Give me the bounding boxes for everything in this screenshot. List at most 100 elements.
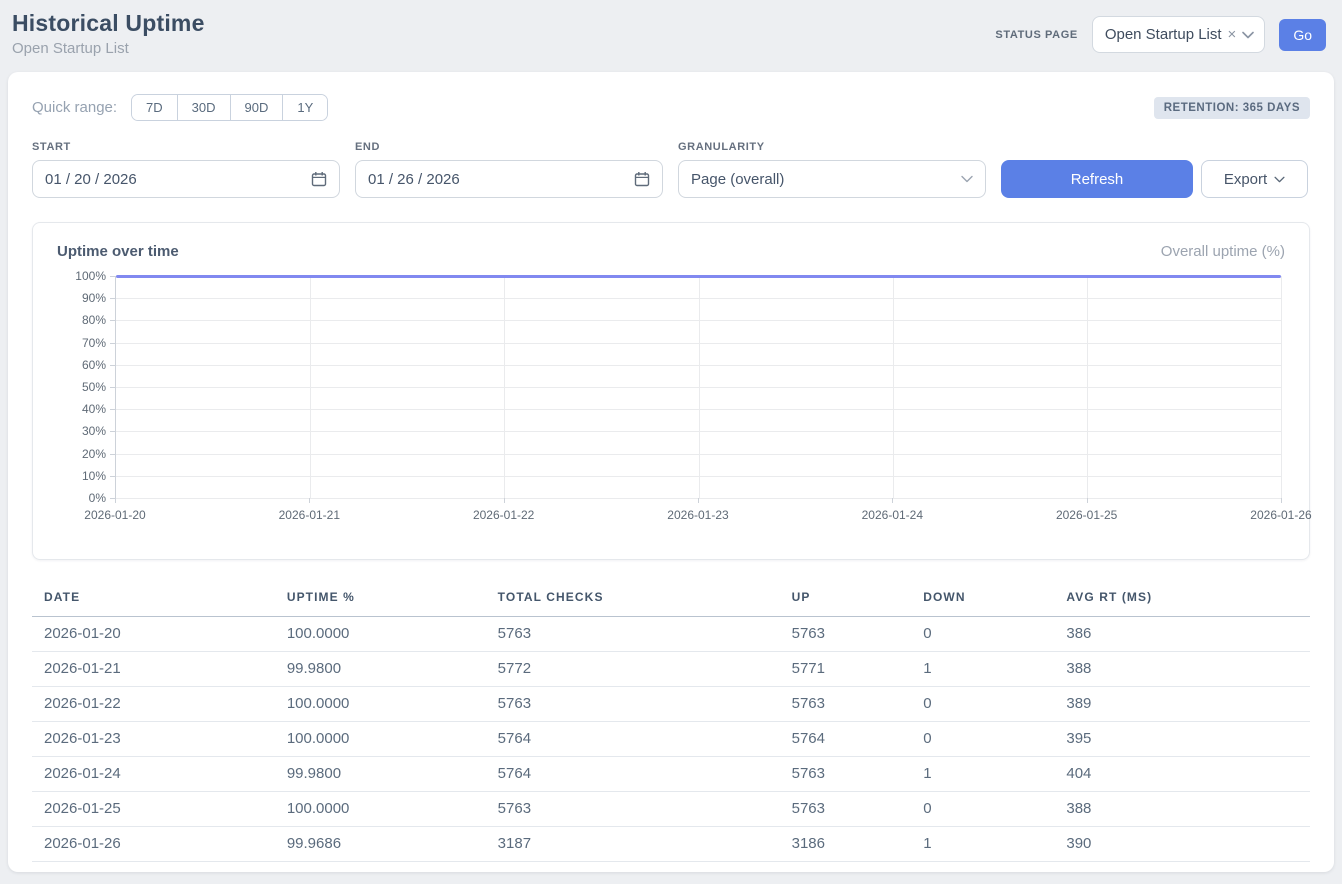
- table-cell: 5764: [486, 757, 780, 792]
- y-axis-label: 80%: [82, 313, 106, 327]
- start-date-input[interactable]: 01 / 20 / 2026: [32, 160, 340, 198]
- granularity-value: Page (overall): [691, 171, 784, 188]
- table-column-header: UP: [780, 584, 912, 617]
- quick-range-30d-button[interactable]: 30D: [177, 95, 230, 120]
- table-cell: 388: [1054, 792, 1310, 827]
- granularity-field: GRANULARITY Page (overall): [678, 141, 986, 198]
- quick-range-7d-button[interactable]: 7D: [132, 95, 177, 120]
- chart-title: Uptime over time: [57, 243, 179, 260]
- table-cell: 2026-01-22: [32, 687, 275, 722]
- table-cell: 5763: [780, 687, 912, 722]
- table-cell: 386: [1054, 617, 1310, 652]
- start-date-label: START: [32, 141, 340, 153]
- v-gridline: [1281, 276, 1282, 498]
- table-cell: 0: [911, 722, 1054, 757]
- x-axis-tick: [309, 498, 310, 503]
- table-cell: 5763: [486, 687, 780, 722]
- end-date-field: END 01 / 26 / 2026: [355, 141, 663, 198]
- table-cell: 5772: [486, 652, 780, 687]
- calendar-icon[interactable]: [634, 171, 650, 187]
- granularity-label: GRANULARITY: [678, 141, 986, 153]
- status-page-label: STATUS PAGE: [995, 29, 1077, 41]
- refresh-button[interactable]: Refresh: [1001, 160, 1193, 198]
- table-cell: 99.9686: [275, 827, 486, 862]
- table-column-header: AVG RT (MS): [1054, 584, 1310, 617]
- table-cell: 5763: [486, 792, 780, 827]
- go-button[interactable]: Go: [1279, 19, 1326, 51]
- export-button-label: Export: [1224, 171, 1267, 188]
- chevron-down-icon: [1242, 31, 1254, 39]
- table-row: 2026-01-20100.0000576357630386: [32, 617, 1310, 652]
- y-axis-tick: [110, 431, 116, 432]
- uptime-table: DATEUPTIME %TOTAL CHECKSUPDOWNAVG RT (MS…: [32, 584, 1310, 862]
- start-date-field: START 01 / 20 / 2026: [32, 141, 340, 198]
- table-cell: 0: [911, 617, 1054, 652]
- table-cell: 5771: [780, 652, 912, 687]
- start-date-value: 01 / 20 / 2026: [45, 171, 137, 188]
- table-cell: 2026-01-24: [32, 757, 275, 792]
- end-date-input[interactable]: 01 / 26 / 2026: [355, 160, 663, 198]
- table-cell: 5764: [780, 722, 912, 757]
- page-title: Historical Uptime: [12, 10, 205, 37]
- calendar-icon[interactable]: [311, 171, 327, 187]
- x-axis-label: 2026-01-21: [279, 508, 340, 522]
- table-cell: 99.9800: [275, 757, 486, 792]
- table-header-row: DATEUPTIME %TOTAL CHECKSUPDOWNAVG RT (MS…: [32, 584, 1310, 617]
- quick-range-row: Quick range: 7D30D90D1Y RETENTION: 365 D…: [32, 94, 1310, 121]
- x-axis-tick: [504, 498, 505, 503]
- y-axis-label: 30%: [82, 424, 106, 438]
- export-button[interactable]: Export: [1201, 160, 1308, 198]
- clear-selection-icon[interactable]: ×: [1228, 27, 1237, 42]
- status-page-controls: STATUS PAGE Open Startup List × Go: [995, 16, 1326, 53]
- filter-fields-row: START 01 / 20 / 2026 END 01 / 26 / 2026 …: [32, 141, 1310, 198]
- y-axis-tick: [110, 298, 116, 299]
- x-axis-tick: [1087, 498, 1088, 503]
- x-axis-tick: [1281, 498, 1282, 503]
- v-gridline: [699, 276, 700, 498]
- quick-range-1y-button[interactable]: 1Y: [282, 95, 327, 120]
- table-column-header: DOWN: [911, 584, 1054, 617]
- table-cell: 5763: [486, 617, 780, 652]
- x-axis-label: 2026-01-22: [473, 508, 534, 522]
- page-subtitle: Open Startup List: [12, 40, 205, 57]
- x-axis-label: 2026-01-25: [1056, 508, 1117, 522]
- x-axis-label: 2026-01-24: [862, 508, 923, 522]
- y-axis-label: 90%: [82, 291, 106, 305]
- y-axis-label: 40%: [82, 402, 106, 416]
- quick-range-label: Quick range:: [32, 99, 117, 116]
- y-axis-label: 100%: [75, 269, 106, 283]
- chevron-down-icon: [961, 175, 973, 183]
- table-cell: 2026-01-23: [32, 722, 275, 757]
- status-page-select[interactable]: Open Startup List ×: [1092, 16, 1266, 53]
- table-cell: 100.0000: [275, 687, 486, 722]
- table-cell: 2026-01-20: [32, 617, 275, 652]
- table-row: 2026-01-2699.9686318731861390: [32, 827, 1310, 862]
- chart-plot: 0%10%20%30%40%50%60%70%80%90%100%: [115, 276, 1281, 498]
- x-axis-tick: [892, 498, 893, 503]
- end-date-label: END: [355, 141, 663, 153]
- quick-range-90d-button[interactable]: 90D: [230, 95, 283, 120]
- table-cell: 5763: [780, 792, 912, 827]
- granularity-select[interactable]: Page (overall): [678, 160, 986, 198]
- table-cell: 388: [1054, 652, 1310, 687]
- table-cell: 0: [911, 687, 1054, 722]
- v-gridline: [310, 276, 311, 498]
- table-cell: 0: [911, 792, 1054, 827]
- y-axis-tick: [110, 320, 116, 321]
- table-cell: 2026-01-26: [32, 827, 275, 862]
- table-row: 2026-01-25100.0000576357630388: [32, 792, 1310, 827]
- x-axis-label: 2026-01-20: [84, 508, 145, 522]
- table-column-header: DATE: [32, 584, 275, 617]
- table-cell: 5763: [780, 617, 912, 652]
- header-titles: Historical Uptime Open Startup List: [12, 10, 205, 57]
- table-cell: 3186: [780, 827, 912, 862]
- table-cell: 390: [1054, 827, 1310, 862]
- y-axis-label: 60%: [82, 358, 106, 372]
- table-cell: 3187: [486, 827, 780, 862]
- table-row: 2026-01-2199.9800577257711388: [32, 652, 1310, 687]
- page-header: Historical Uptime Open Startup List STAT…: [0, 0, 1342, 64]
- table-cell: 404: [1054, 757, 1310, 792]
- y-axis-tick: [110, 476, 116, 477]
- table-row: 2026-01-2499.9800576457631404: [32, 757, 1310, 792]
- table-cell: 1: [911, 757, 1054, 792]
